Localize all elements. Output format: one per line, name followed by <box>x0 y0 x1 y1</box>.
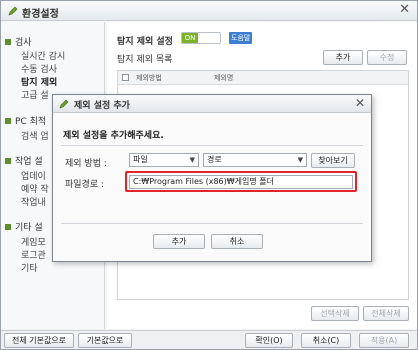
method-select[interactable]: 파일 ▼ <box>129 153 199 167</box>
cancel-button[interactable]: 취소(C) <box>301 333 351 348</box>
sidebar-item-game-mode[interactable]: 게임모 <box>21 235 46 248</box>
edit-exclusion-button[interactable]: 수정 <box>367 50 407 65</box>
sidebar-section-scan[interactable]: 검사 <box>5 35 32 48</box>
sidebar-item-log[interactable]: 로그관 <box>21 248 46 261</box>
browse-button[interactable]: 찾아보기 <box>311 153 355 168</box>
sidebar-item-misc[interactable]: 기타 <box>21 261 38 274</box>
sidebar-item-schedule[interactable]: 예약 작 <box>21 182 49 195</box>
sidebar-item-task-history[interactable]: 작업내 <box>21 195 46 208</box>
sidebar-item-search[interactable]: 검색 업 <box>21 129 49 142</box>
ok-button[interactable]: 확인(O) <box>245 333 293 348</box>
sidebar-item-advanced[interactable]: 고급 설 <box>21 88 49 101</box>
window-close-button[interactable]: ✕ <box>399 3 410 17</box>
method-label: 제외 방법 : <box>65 159 107 169</box>
reset-all-button[interactable]: 전체 기본값으로 <box>4 333 74 348</box>
divider <box>61 145 363 146</box>
add-exclusion-button[interactable]: 추가 <box>323 50 363 65</box>
bullet-icon <box>5 38 11 45</box>
select-all-checkbox[interactable] <box>122 74 129 81</box>
bullet-icon <box>5 223 11 230</box>
dialog-cancel-button[interactable]: 취소 <box>211 234 263 249</box>
sidebar-item-update[interactable]: 업데이 <box>21 169 46 182</box>
bullet-icon <box>5 117 11 124</box>
pencil-icon <box>8 6 18 16</box>
sidebar-section-tasks[interactable]: 작업 설 <box>5 154 43 167</box>
chevron-down-icon: ▼ <box>297 156 303 164</box>
window-title: 환경설정 <box>22 9 59 20</box>
reset-button[interactable]: 기본값으로 <box>78 333 132 348</box>
sidebar-item-manual-scan[interactable]: 수동 검사 <box>21 62 57 75</box>
dialog-close-button[interactable]: ✕ <box>355 96 365 110</box>
column-header-method[interactable]: 제외방법 <box>136 73 162 83</box>
path-label: 파일경로 : <box>65 180 105 190</box>
sidebar-section-other[interactable]: 기타 설 <box>5 220 43 233</box>
bullet-icon <box>5 157 11 164</box>
toggle-on-label: ON <box>182 33 198 43</box>
sidebar-item-exclusions[interactable]: 탐지 제외 <box>21 75 57 88</box>
list-title: 탐지 제외 목록 <box>117 55 173 65</box>
pencil-icon <box>59 99 69 109</box>
dialog-titlebar: 제외 설정 추가 ✕ <box>53 95 371 113</box>
delete-selected-button[interactable]: 선택삭제 <box>311 306 359 321</box>
section-title: 탐지 제외 설정 <box>117 37 173 47</box>
chevron-down-icon: ▼ <box>189 156 195 164</box>
bottom-bar: 전체 기본값으로 기본값으로 확인(O) 취소(C) 적용(A) <box>1 330 417 349</box>
path-highlight-box <box>125 171 357 192</box>
divider <box>61 223 363 224</box>
help-button[interactable]: 도움말 <box>229 32 253 44</box>
sidebar-item-realtime[interactable]: 실시간 감시 <box>21 49 65 62</box>
exclusion-toggle[interactable]: ON <box>181 32 221 44</box>
window-titlebar: 환경설정 ✕ <box>1 1 417 21</box>
sidebar-section-pc-optimize[interactable]: PC 최적 <box>5 114 46 127</box>
dialog-heading: 제외 설정을 추가해주세요. <box>63 131 164 141</box>
add-exclusion-dialog: 제외 설정 추가 ✕ 제외 설정을 추가해주세요. 제외 방법 : 파일 ▼ 경… <box>52 94 372 262</box>
dialog-add-button[interactable]: 추가 <box>153 234 205 249</box>
method-select-value: 파일 <box>133 155 148 164</box>
table-header: 제외방법 제외명 <box>118 71 408 85</box>
apply-button[interactable]: 적용(A) <box>359 333 409 348</box>
delete-all-button[interactable]: 전체삭제 <box>363 306 409 321</box>
column-header-name[interactable]: 제외명 <box>214 73 233 83</box>
dialog-title: 제외 설정 추가 <box>74 101 130 111</box>
type-select-value: 경로 <box>207 155 222 164</box>
type-select[interactable]: 경로 ▼ <box>203 153 307 167</box>
